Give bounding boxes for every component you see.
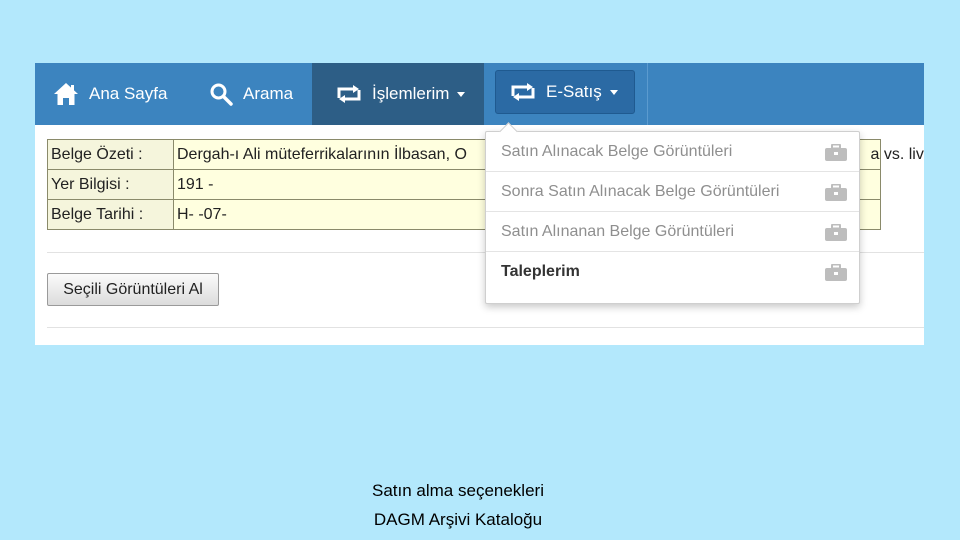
nav-search-label: Arama <box>243 84 294 103</box>
nav-esatis-label: E-Satış <box>546 82 602 101</box>
menu-item-label: Satın Alınanan Belge Görüntüleri <box>501 222 735 240</box>
repeat-icon <box>336 84 362 104</box>
briefcase-icon <box>825 263 847 286</box>
esatis-dropdown-menu: Satın Alınacak Belge Görüntüleri Sonra S… <box>485 122 860 304</box>
briefcase-icon <box>825 223 847 246</box>
nav-search[interactable]: Arama <box>209 63 293 125</box>
nav-esatis-dropdown[interactable]: E-Satış <box>495 70 635 114</box>
search-icon <box>209 82 233 106</box>
briefcase-icon <box>825 183 847 206</box>
summary-value: Dergah-ı Ali müteferrikalarının İlbasan,… <box>177 145 467 163</box>
caption-line-1: Satın alma seçenekleri <box>372 481 544 500</box>
caption-line-2: DAGM Arşivi Kataloğu <box>373 510 543 529</box>
menu-item-to-buy-images[interactable]: Satın Alınacak Belge Görüntüleri <box>486 132 859 172</box>
caret-down-icon <box>609 89 618 95</box>
navbar: Ana Sayfa Arama İşlemlerim E-Satış <box>35 63 924 125</box>
repeat-icon <box>510 82 536 102</box>
menu-item-purchased-images[interactable]: Satın Alınanan Belge Görüntüleri <box>486 212 859 252</box>
briefcase-icon <box>825 143 847 166</box>
browser-content: Ana Sayfa Arama İşlemlerim E-Satış Belge <box>35 63 924 345</box>
nav-islemlerim-dropdown[interactable]: İşlemlerim <box>312 63 484 125</box>
caret-down-icon <box>457 91 466 97</box>
divider <box>47 327 924 328</box>
home-icon <box>53 82 79 106</box>
navbar-divider <box>647 63 648 125</box>
row-key: Yer Bilgisi : <box>47 169 174 200</box>
nav-home[interactable]: Ana Sayfa <box>53 63 167 125</box>
menu-item-label: Satın Alınacak Belge Görüntüleri <box>501 142 733 160</box>
nav-islemlerim-label: İşlemlerim <box>372 84 450 103</box>
row-key: Belge Özeti : <box>47 139 174 170</box>
row-key: Belge Tarihi : <box>47 199 174 230</box>
summary-value-tail: a vs. liva <box>870 145 925 163</box>
nav-home-label: Ana Sayfa <box>89 84 168 103</box>
get-selected-images-button[interactable]: Seçili Görüntüleri Al <box>47 273 219 306</box>
menu-item-label: Taleplerim <box>501 263 580 280</box>
menu-item-my-requests[interactable]: Taleplerim <box>486 252 859 292</box>
menu-item-label: Sonra Satın Alınacak Belge Görüntüleri <box>501 182 780 200</box>
menu-item-buy-later-images[interactable]: Sonra Satın Alınacak Belge Görüntüleri <box>486 172 859 212</box>
